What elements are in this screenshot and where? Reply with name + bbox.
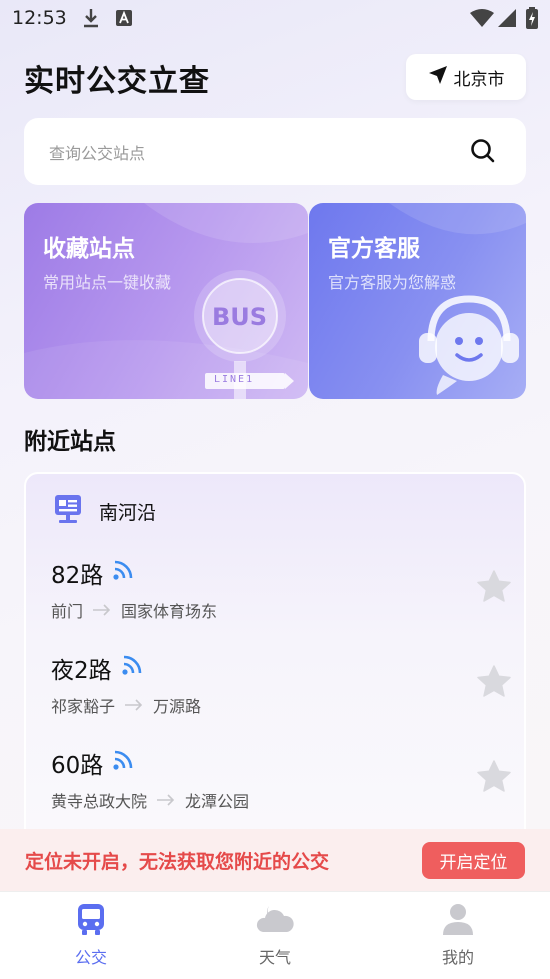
favorite-stops-card[interactable]: 收藏站点 常用站点一键收藏 BUS LINE1 bbox=[24, 203, 308, 399]
line-sign-text: LINE1 bbox=[214, 374, 255, 385]
location-alert-banner: 定位未开启，无法获取您附近的公交 开启定位 bbox=[0, 829, 550, 891]
stop-header[interactable]: 南河沿 bbox=[54, 494, 156, 528]
tab-weather-label: 天气 bbox=[258, 948, 291, 967]
profile-icon bbox=[441, 904, 475, 940]
cell-signal-icon bbox=[498, 9, 516, 31]
route-name: 82路 bbox=[51, 563, 104, 589]
bottom-tab-bar: 公交 天气 我的 bbox=[0, 891, 550, 979]
arrow-right-icon bbox=[157, 791, 175, 810]
realtime-signal-icon bbox=[122, 655, 144, 681]
tab-bus[interactable]: 公交 bbox=[41, 902, 141, 968]
route-destination: 国家体育场东 bbox=[121, 602, 218, 621]
search-bar[interactable]: 查询公交站点 bbox=[24, 118, 526, 185]
status-bar: 12:53 bbox=[0, 0, 550, 38]
wifi-icon bbox=[470, 9, 494, 31]
favorite-star-icon[interactable] bbox=[477, 760, 511, 796]
location-arrow-icon bbox=[428, 65, 448, 89]
arrow-right-icon bbox=[125, 696, 143, 715]
route-origin: 黄寺总政大院 bbox=[51, 792, 148, 811]
enable-location-button[interactable]: 开启定位 bbox=[422, 842, 525, 879]
favorite-star-icon[interactable] bbox=[477, 665, 511, 701]
weather-icon bbox=[255, 906, 295, 940]
favorite-star-icon[interactable] bbox=[477, 570, 511, 606]
download-icon bbox=[82, 8, 100, 32]
notification-a-icon bbox=[116, 10, 132, 30]
tab-profile[interactable]: 我的 bbox=[408, 902, 508, 968]
stop-name: 南河沿 bbox=[99, 501, 157, 524]
nearby-stops-heading: 附近站点 bbox=[24, 429, 116, 455]
bus-badge-text: BUS bbox=[212, 303, 268, 331]
tab-weather[interactable]: 天气 bbox=[225, 902, 325, 968]
battery-icon bbox=[526, 7, 538, 33]
customer-service-card[interactable]: 官方客服 官方客服为您解惑 bbox=[309, 203, 526, 399]
bus-stop-sign-icon bbox=[54, 494, 82, 528]
route-name: 夜2路 bbox=[51, 658, 112, 684]
headset-bot-icon bbox=[413, 289, 525, 399]
route-item[interactable]: 82路 前门 国家体育场东 bbox=[51, 556, 511, 632]
route-destination: 万源路 bbox=[153, 697, 202, 716]
route-origin: 前门 bbox=[51, 602, 84, 621]
page-title: 实时公交立查 bbox=[24, 64, 210, 99]
location-alert-message: 定位未开启，无法获取您附近的公交 bbox=[25, 850, 330, 873]
bus-sign-illustration: BUS LINE1 bbox=[190, 269, 308, 399]
realtime-signal-icon bbox=[113, 560, 135, 586]
status-time: 12:53 bbox=[12, 7, 67, 29]
route-item[interactable]: 60路 黄寺总政大院 龙潭公园 bbox=[51, 746, 511, 822]
city-selector-button[interactable]: 北京市 bbox=[406, 54, 526, 100]
route-item[interactable]: 夜2路 祁家豁子 万源路 bbox=[51, 651, 511, 727]
arrow-right-icon bbox=[93, 601, 111, 620]
tab-profile-label: 我的 bbox=[441, 948, 474, 967]
realtime-signal-icon bbox=[113, 750, 135, 776]
search-placeholder: 查询公交站点 bbox=[49, 144, 146, 163]
city-label: 北京市 bbox=[453, 69, 505, 90]
tab-bus-label: 公交 bbox=[74, 948, 107, 967]
route-origin: 祁家豁子 bbox=[51, 697, 116, 716]
search-icon[interactable] bbox=[470, 138, 496, 168]
bus-icon bbox=[74, 904, 108, 940]
route-destination: 龙潭公园 bbox=[185, 792, 250, 811]
route-name: 60路 bbox=[51, 753, 104, 779]
